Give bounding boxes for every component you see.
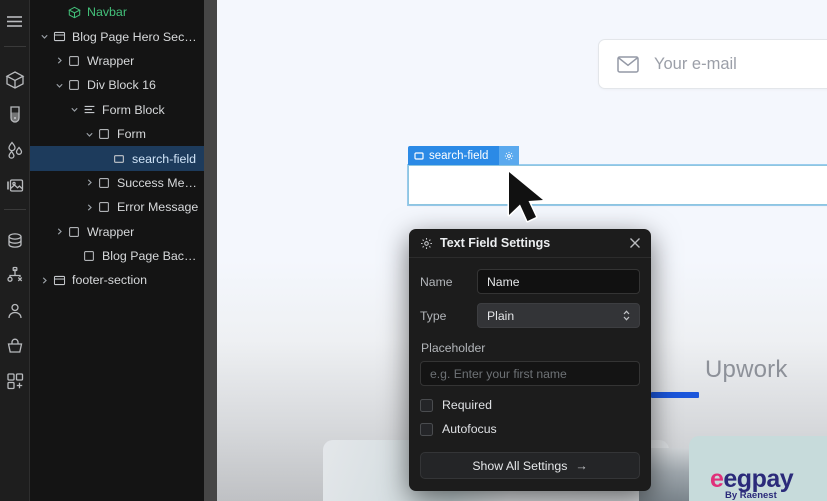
tree-item-label: Wrapper [87, 53, 135, 68]
chevron-updown-icon [622, 309, 631, 322]
autofocus-checkbox[interactable] [420, 422, 433, 436]
tree-item-footer-section[interactable]: footer-section [30, 268, 204, 292]
required-label: Required [442, 398, 492, 412]
div-icon [81, 248, 97, 264]
autofocus-label: Autofocus [442, 422, 497, 436]
chevron-right-icon[interactable] [53, 227, 66, 236]
assets-icon[interactable] [0, 167, 30, 202]
tree-item-div-block-16[interactable]: Div Block 16 [30, 73, 204, 97]
selected-element-badge[interactable]: search-field [408, 146, 520, 165]
text-field-settings-popover[interactable]: Text Field Settings Name Name Type Plain [409, 229, 651, 491]
div-icon [96, 126, 112, 142]
tree-item-navbar[interactable]: Navbar [30, 0, 204, 24]
blue-accent-bar [651, 392, 699, 398]
email-input-mock[interactable]: Your e-mail [598, 39, 827, 89]
chevron-down-icon[interactable] [68, 105, 81, 114]
required-checkbox[interactable] [420, 398, 433, 412]
designer-window: Navbar Blog Page Hero Secti... Wrapper Div … [0, 0, 827, 501]
popover-title: Text Field Settings [440, 236, 551, 250]
placeholder-label: Placeholder [421, 341, 486, 355]
chevron-right-icon[interactable] [83, 178, 96, 187]
egpay-logo-word: egpay [723, 465, 794, 493]
tree-item-label: Wrapper [87, 224, 135, 239]
arrow-right-icon: → [575, 458, 588, 473]
panel-resizer[interactable] [204, 0, 217, 501]
tree-item-label: search-field [132, 151, 197, 166]
tree-item-label: Form [117, 127, 146, 142]
users-icon[interactable] [0, 293, 30, 328]
textfield-icon [111, 151, 127, 167]
style-panel-icon[interactable] [0, 97, 30, 132]
popover-header: Text Field Settings [409, 229, 651, 258]
email-placeholder-text: Your e-mail [654, 54, 737, 73]
left-icon-rail [0, 0, 30, 501]
form-icon [81, 102, 97, 118]
envelope-icon [617, 55, 639, 73]
upwork-logo-text: Upwork [705, 356, 788, 383]
add-elements-icon[interactable] [0, 62, 30, 97]
chevron-down-icon[interactable] [83, 130, 96, 139]
chevron-down-icon[interactable] [53, 81, 66, 90]
type-field-row: Type Plain [420, 303, 640, 328]
apps-icon[interactable] [0, 363, 30, 398]
search-field-input[interactable] [407, 164, 827, 206]
name-input[interactable]: Name [477, 269, 640, 294]
navigator-panel[interactable]: Navbar Blog Page Hero Secti... Wrapper Div … [30, 0, 204, 501]
chevron-right-icon[interactable] [38, 276, 51, 285]
tree-item-error-message[interactable]: Error Message [30, 195, 204, 219]
type-select-value: Plain [487, 308, 515, 323]
selected-element-wrapper: search-field [407, 146, 827, 206]
div-icon [66, 53, 82, 69]
div-icon [66, 77, 82, 93]
selected-element-label: search-field [429, 149, 489, 162]
chevron-right-icon[interactable] [53, 56, 66, 65]
egpay-sublabel: By Raenest [725, 490, 777, 501]
logic-icon[interactable] [0, 258, 30, 293]
cms-icon[interactable] [0, 223, 30, 258]
tree-item-search-field[interactable]: search-field [30, 146, 204, 171]
gear-icon [420, 237, 433, 250]
gear-icon[interactable] [499, 146, 520, 165]
show-all-settings-button[interactable]: Show All Settings → [420, 452, 640, 479]
tree-item-label: Div Block 16 [87, 78, 156, 93]
tree-item-label: Error Message [117, 200, 199, 215]
chevron-down-icon[interactable] [38, 32, 51, 41]
section-icon [51, 272, 67, 288]
tree-item-wrapper[interactable]: Wrapper [30, 49, 204, 73]
tree-item-success-mess[interactable]: Success Mess... [30, 171, 204, 195]
tree-item-form-block[interactable]: Form Block [30, 98, 204, 122]
component-icon [66, 4, 82, 20]
textfield-icon [414, 151, 424, 161]
chevron-right-icon[interactable] [83, 203, 96, 212]
tree-item-label: footer-section [72, 273, 148, 288]
name-field-row: Name Name [420, 269, 640, 294]
popover-body: Name Name Type Plain Placeholder e.g. En… [409, 258, 651, 491]
tree-item-label: Success Mess... [117, 175, 200, 190]
show-all-settings-label: Show All Settings [472, 458, 568, 473]
tree-item-label: Blog Page Hero Secti... [72, 29, 200, 44]
autofocus-checkbox-row[interactable]: Autofocus [420, 422, 640, 436]
tree-item-label: Form Block [102, 102, 165, 117]
tree-item-blog-page-backgro[interactable]: Blog Page Backgro... [30, 244, 204, 268]
name-field-label: Name [420, 274, 453, 289]
div-icon [66, 224, 82, 240]
section-icon [51, 29, 67, 45]
div-icon [96, 199, 112, 215]
rail-divider-1 [3, 46, 26, 47]
interactions-icon[interactable] [0, 132, 30, 167]
tree-item-form[interactable]: Form [30, 122, 204, 146]
type-field-label: Type [420, 308, 447, 323]
tree-item-label: Blog Page Backgro... [102, 249, 200, 264]
ecommerce-icon[interactable] [0, 328, 30, 363]
tree-item-blog-page-hero-secti[interactable]: Blog Page Hero Secti... [30, 24, 204, 48]
rail-divider-2 [3, 209, 26, 210]
menu-icon[interactable] [0, 4, 30, 39]
type-select[interactable]: Plain [477, 303, 640, 328]
required-checkbox-row[interactable]: Required [420, 398, 640, 412]
div-icon [96, 175, 112, 191]
tree-item-label: Navbar [87, 5, 127, 20]
close-icon[interactable] [629, 237, 641, 249]
tree-item-wrapper[interactable]: Wrapper [30, 220, 204, 244]
placeholder-input[interactable]: e.g. Enter your first name [420, 361, 640, 386]
